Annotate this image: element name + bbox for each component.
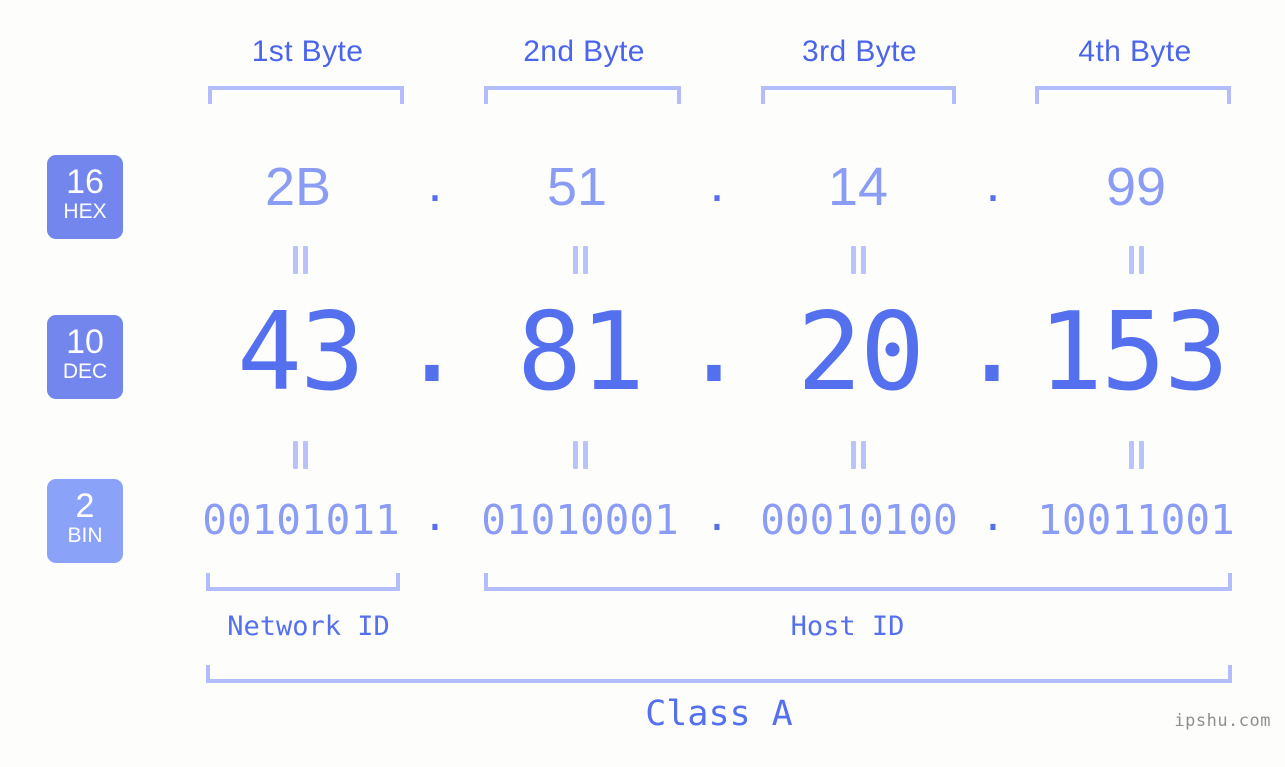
- hex-octet-1: 2B: [264, 157, 332, 217]
- byte-header-1: 1st Byte: [251, 35, 364, 68]
- byte-bracket-2: [484, 86, 681, 104]
- base-badge-dec-number: 10: [66, 323, 104, 361]
- dec-separator-3: .: [959, 282, 1025, 407]
- equals-icon-7: [843, 441, 873, 469]
- class-bracket: [206, 665, 1232, 683]
- base-badge-hex: 16 HEX: [47, 155, 123, 239]
- hex-octet-2: 51: [546, 157, 608, 217]
- bin-octet-3: 00010100: [760, 496, 958, 544]
- byte-bracket-3: [761, 86, 956, 104]
- hex-separator-1: .: [427, 153, 443, 213]
- class-label: Class A: [645, 694, 793, 734]
- network-id-bracket: [206, 573, 400, 591]
- dec-octet-2: 81: [516, 290, 645, 415]
- watermark: ipshu.com: [1174, 711, 1271, 731]
- bin-octet-2: 01010001: [481, 496, 679, 544]
- hex-octet-3: 14: [827, 157, 889, 217]
- equals-icon-6: [565, 441, 595, 469]
- byte-header-2: 2nd Byte: [523, 35, 645, 68]
- hex-octet-4: 99: [1105, 157, 1167, 217]
- equals-icon-2: [565, 246, 595, 274]
- dec-separator-2: .: [681, 282, 747, 407]
- ip-address-diagram: 1st Byte 2nd Byte 3rd Byte 4th Byte 16 H…: [0, 0, 1285, 767]
- host-id-label: Host ID: [790, 611, 905, 642]
- base-badge-hex-name: HEX: [63, 200, 107, 223]
- base-badge-bin-number: 2: [75, 487, 95, 525]
- bin-separator-2: .: [704, 492, 730, 540]
- dec-octet-3: 20: [796, 290, 925, 415]
- dec-octet-4: 153: [1037, 290, 1229, 415]
- byte-header-4: 4th Byte: [1078, 35, 1192, 68]
- equals-icon-4: [1121, 246, 1151, 274]
- byte-bracket-1: [208, 86, 404, 104]
- base-badge-dec-name: DEC: [62, 360, 108, 383]
- equals-icon-5: [285, 441, 315, 469]
- network-id-label: Network ID: [227, 611, 390, 642]
- bin-separator-1: .: [422, 492, 448, 540]
- base-badge-dec: 10 DEC: [47, 315, 123, 399]
- base-badge-bin: 2 BIN: [47, 479, 123, 563]
- bin-octet-4: 10011001: [1037, 496, 1235, 544]
- equals-icon-3: [843, 246, 873, 274]
- hex-separator-3: .: [985, 153, 1001, 213]
- dec-octet-1: 43: [236, 290, 365, 415]
- byte-bracket-4: [1035, 86, 1231, 104]
- equals-icon-1: [285, 246, 315, 274]
- hex-separator-2: .: [709, 153, 725, 213]
- host-id-bracket: [484, 573, 1232, 591]
- bin-octet-1: 00101011: [202, 496, 400, 544]
- base-badge-bin-name: BIN: [67, 524, 103, 547]
- bin-separator-3: .: [980, 492, 1006, 540]
- equals-icon-8: [1121, 441, 1151, 469]
- dec-separator-1: .: [399, 282, 465, 407]
- base-badge-hex-number: 16: [66, 163, 104, 201]
- byte-header-3: 3rd Byte: [802, 35, 917, 68]
